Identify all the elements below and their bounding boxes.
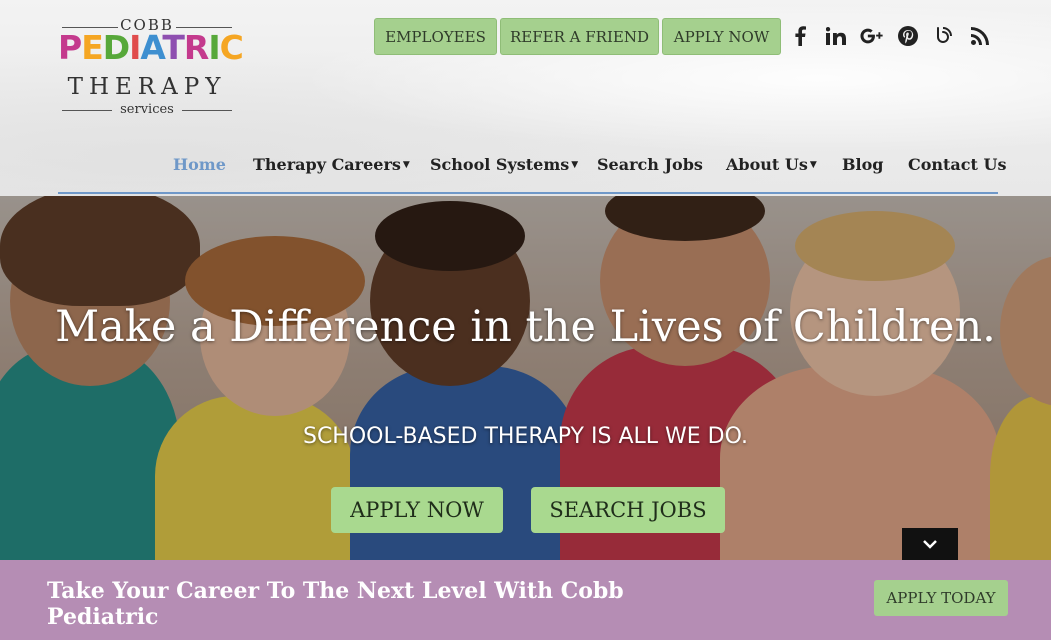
nav-item-label: Contact Us <box>908 155 1007 174</box>
logo-letter: R <box>183 28 209 67</box>
hero-background-photo <box>0 196 1051 560</box>
hero-banner: Make a Difference in the Lives of Childr… <box>0 196 1051 560</box>
pinterest-icon[interactable] <box>896 24 920 48</box>
logo-letter: P <box>58 28 82 67</box>
hero-search-jobs-button[interactable]: SEARCH JOBS <box>531 487 725 533</box>
caret-down-icon: ▼ <box>402 160 410 170</box>
logo-letter: T <box>162 28 184 67</box>
nav-item-school-systems[interactable]: School Systems ▼ <box>430 155 578 179</box>
blogger-icon[interactable] <box>932 24 956 48</box>
nav-item-blog[interactable]: Blog <box>842 155 883 179</box>
nav-item-therapy-careers[interactable]: Therapy Careers ▼ <box>253 155 410 179</box>
logo-letter: I <box>129 28 141 67</box>
nav-item-label: School Systems <box>430 155 570 174</box>
logo-letter: E <box>81 28 104 67</box>
logo-letter: C <box>219 28 244 67</box>
logo-services-text: services <box>120 102 174 117</box>
nav-item-label: Home <box>173 155 226 174</box>
apply-today-button[interactable]: APPLY TODAY <box>874 580 1008 616</box>
hero-apply-now-button[interactable]: APPLY NOW <box>331 487 503 533</box>
hero-title: Make a Difference in the Lives of Childr… <box>55 302 996 352</box>
scroll-down-button[interactable] <box>902 528 958 560</box>
nav-item-label: About Us <box>726 155 808 174</box>
nav-item-home[interactable]: Home <box>173 155 226 179</box>
nav-item-label: Search Jobs <box>597 155 703 174</box>
caret-down-icon: ▼ <box>809 160 817 170</box>
site-logo[interactable]: COBB PEDIATRIC THERAPY services <box>58 14 244 122</box>
caret-down-icon: ▼ <box>571 160 579 170</box>
logo-therapy-text: THERAPY <box>67 74 227 100</box>
nav-item-label: Therapy Careers <box>253 155 401 174</box>
nav-item-contact-us[interactable]: Contact Us <box>908 155 1006 179</box>
google-plus-icon[interactable] <box>860 24 884 48</box>
cta-bar: Take Your Career To The Next Level With … <box>0 560 1051 640</box>
hero-subtitle: SCHOOL-BASED THERAPY IS ALL WE DO. <box>302 424 749 449</box>
nav-item-label: Blog <box>842 155 884 174</box>
nav-underline <box>58 192 998 194</box>
linkedin-icon[interactable] <box>824 24 848 48</box>
logo-letter: I <box>208 28 220 67</box>
chevron-down-icon <box>923 540 937 549</box>
employees-button[interactable]: EMPLOYEES <box>374 18 497 55</box>
logo-letter: A <box>140 28 163 67</box>
facebook-icon[interactable] <box>788 24 812 48</box>
cta-headline: Take Your Career To The Next Level With … <box>47 578 624 630</box>
logo-letter: D <box>102 28 130 67</box>
rss-icon[interactable] <box>968 24 992 48</box>
refer-a-friend-button[interactable]: REFER A FRIEND <box>500 18 659 55</box>
site-header: COBB PEDIATRIC THERAPY services EMPLOYEE… <box>0 0 1051 196</box>
nav-item-search-jobs[interactable]: Search Jobs <box>597 155 703 179</box>
nav-item-about-us[interactable]: About Us ▼ <box>726 155 817 179</box>
logo-pediatric-text: PEDIATRIC <box>58 28 244 68</box>
apply-now-top-button[interactable]: APPLY NOW <box>662 18 781 55</box>
